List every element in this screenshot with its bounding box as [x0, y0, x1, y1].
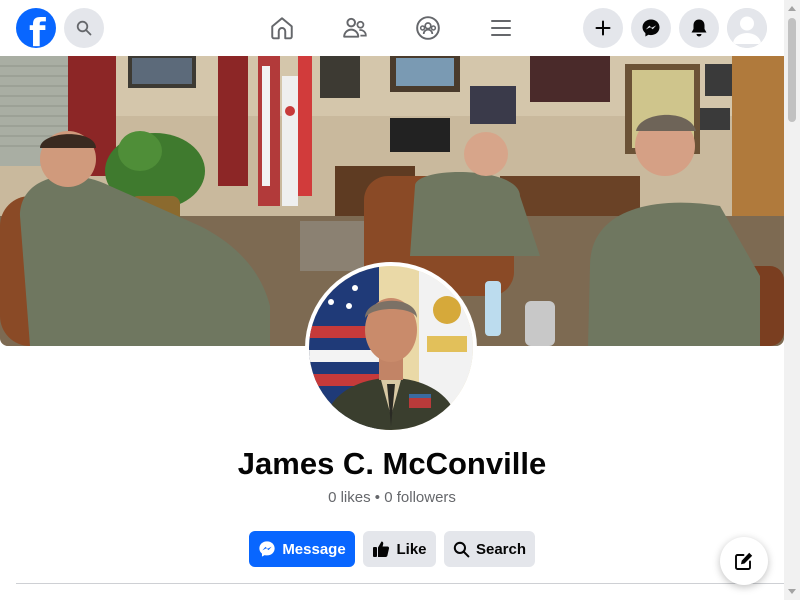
like-button-label: Like	[396, 540, 427, 558]
nav-groups[interactable]	[400, 8, 456, 48]
likes-count[interactable]: 0 likes	[328, 489, 371, 506]
messenger-button[interactable]	[631, 8, 671, 48]
compose-icon	[735, 552, 753, 570]
plus-icon	[595, 20, 611, 36]
profile-search-button[interactable]: Search	[444, 531, 535, 567]
home-icon	[271, 17, 293, 40]
scrollbar-thumb[interactable]	[788, 18, 796, 122]
search-button[interactable]	[64, 8, 104, 48]
groups-icon	[416, 16, 440, 40]
like-button[interactable]: Like	[363, 531, 436, 567]
bell-icon	[691, 19, 707, 37]
facebook-logo-letter: f	[29, 11, 46, 48]
facebook-logo[interactable]: f	[16, 8, 56, 48]
message-button-label: Message	[282, 540, 346, 558]
scroll-up-arrow-icon[interactable]	[788, 6, 796, 11]
profile-photo-portrait	[309, 266, 473, 430]
notifications-button[interactable]	[679, 8, 719, 48]
top-navigation-bar: f	[0, 0, 784, 56]
message-button[interactable]: Message	[249, 531, 355, 567]
profile-picture	[309, 266, 473, 430]
nav-home[interactable]	[254, 8, 310, 48]
profile-name: James C. McConville	[237, 446, 547, 481]
profile-avatar[interactable]	[305, 262, 477, 434]
followers-count[interactable]: 0 followers	[384, 489, 456, 506]
search-button-label: Search	[475, 540, 527, 558]
thumbs-up-icon	[373, 541, 390, 557]
section-divider	[16, 583, 784, 584]
search-icon	[453, 541, 470, 557]
profile-stats: 0 likes • 0 followers	[0, 489, 784, 506]
account-icon	[727, 8, 767, 48]
menu-icon	[491, 20, 511, 36]
scroll-down-arrow-icon[interactable]	[788, 589, 796, 594]
create-button[interactable]	[583, 8, 623, 48]
stats-separator: •	[374, 489, 381, 506]
nav-friends[interactable]	[327, 8, 383, 48]
nav-menu[interactable]	[473, 8, 529, 48]
page-scrollbar[interactable]	[784, 0, 800, 600]
messenger-icon	[259, 541, 275, 557]
new-message-button[interactable]	[720, 537, 768, 585]
account-button[interactable]	[727, 8, 767, 48]
search-icon	[76, 20, 92, 36]
messenger-icon	[642, 19, 660, 37]
friends-icon	[343, 17, 367, 38]
